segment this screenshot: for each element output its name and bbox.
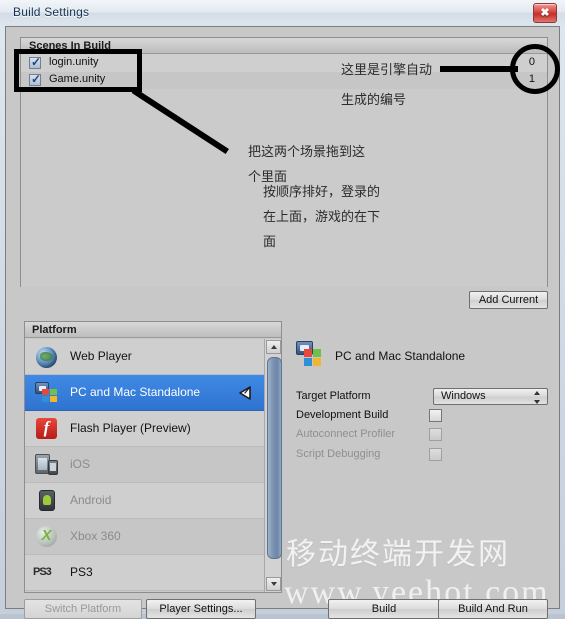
platform-item-label: Web Player: [70, 349, 132, 363]
xbox-icon: X: [33, 525, 61, 549]
target-platform-label: Target Platform: [296, 390, 371, 402]
platform-item-label: iOS: [70, 457, 91, 471]
script-debugging-label: Script Debugging: [296, 448, 381, 460]
platform-item-label: Android: [70, 493, 112, 507]
target-platform-dropdown[interactable]: Windows: [433, 388, 548, 405]
platform-list[interactable]: Web Player PC and Mac Standalone f Flash…: [25, 339, 264, 592]
platform-panel-header: Platform: [25, 322, 281, 338]
platform-item-xbox-360[interactable]: X Xbox 360: [25, 519, 264, 555]
player-settings-button[interactable]: Player Settings...: [146, 599, 256, 619]
unity-logo-icon: [236, 384, 254, 402]
platform-item-pc-and-mac-standalone[interactable]: PC and Mac Standalone: [25, 375, 264, 411]
close-glyph: ✖: [540, 7, 550, 19]
platform-item-label: Flash Player (Preview): [70, 421, 191, 435]
inner-frame: Scenes In Build ✓ login.unity 0 ✓ Game.u…: [8, 29, 557, 619]
flash-glyph: f: [43, 418, 50, 437]
platform-item-label: PC and Mac Standalone: [70, 385, 201, 399]
annotation-auto-index-line1: 这里是引擎自动: [341, 63, 433, 78]
window-titlebar: Build Settings ✖: [0, 0, 565, 26]
platform-scrollbar[interactable]: [264, 339, 282, 592]
platform-item-flash-player[interactable]: f Flash Player (Preview): [25, 411, 264, 447]
pc-mac-icon: [296, 341, 326, 367]
xbox-glyph: X: [41, 527, 52, 544]
platform-item-web-player[interactable]: Web Player: [25, 339, 264, 375]
target-platform-value: Windows: [441, 390, 486, 402]
platform-item-label: Xbox 360: [70, 529, 121, 543]
build-and-run-button[interactable]: Build And Run: [438, 599, 548, 619]
scrollbar-thumb[interactable]: [267, 357, 282, 559]
annotation-order-note-line1: 按顺序排好，登录的: [263, 185, 381, 200]
build-button[interactable]: Build: [328, 599, 440, 619]
window-title: Build Settings: [13, 5, 90, 19]
ps3-icon: PS3: [33, 561, 61, 585]
annotation-leader-line-index: [440, 66, 518, 72]
close-icon[interactable]: ✖: [533, 3, 557, 23]
platform-panel: Platform Web Player PC and Mac Standalon…: [24, 321, 282, 593]
annotation-auto-index-line2: 生成的编号: [341, 93, 407, 108]
platform-item-label: PS3: [70, 565, 93, 579]
annotation-drag-scenes-line1: 把这两个场景拖到这: [248, 145, 366, 160]
platform-item-ps3[interactable]: PS3 PS3: [25, 555, 264, 591]
pc-mac-icon: [33, 381, 61, 405]
window-client-area: Scenes In Build ✓ login.unity 0 ✓ Game.u…: [5, 26, 560, 619]
chevron-updown-icon: [534, 391, 541, 404]
flash-icon: f: [33, 417, 61, 441]
settings-panel-title: PC and Mac Standalone: [335, 349, 466, 363]
platform-item-android[interactable]: Android: [25, 483, 264, 519]
autoconnect-profiler-checkbox: [429, 428, 442, 441]
annotation-order-note-line2: 在上面，游戏的在下: [263, 210, 381, 225]
watermark-chinese: 移动终端开发网: [286, 537, 510, 572]
switch-platform-button[interactable]: Switch Platform: [24, 599, 142, 619]
platform-panel-title: Platform: [32, 324, 77, 336]
autoconnect-profiler-label: Autoconnect Profiler: [296, 428, 396, 440]
scroll-up-icon[interactable]: [266, 340, 281, 354]
build-settings-window: Build Settings ✖ Scenes In Build ✓ login…: [0, 0, 565, 619]
script-debugging-checkbox: [429, 448, 442, 461]
annotation-order-note-line3: 面: [263, 235, 277, 250]
annotation-scene-callout-box: [14, 49, 142, 92]
ps3-logo-text: PS3: [33, 566, 52, 578]
add-current-button[interactable]: Add Current: [469, 291, 548, 309]
ios-icon: [33, 453, 61, 477]
android-icon: [33, 489, 61, 513]
globe-icon: [33, 345, 61, 369]
platform-item-ios[interactable]: iOS: [25, 447, 264, 483]
development-build-label: Development Build: [296, 409, 389, 421]
scroll-down-icon[interactable]: [266, 577, 281, 591]
development-build-checkbox[interactable]: [429, 409, 442, 422]
